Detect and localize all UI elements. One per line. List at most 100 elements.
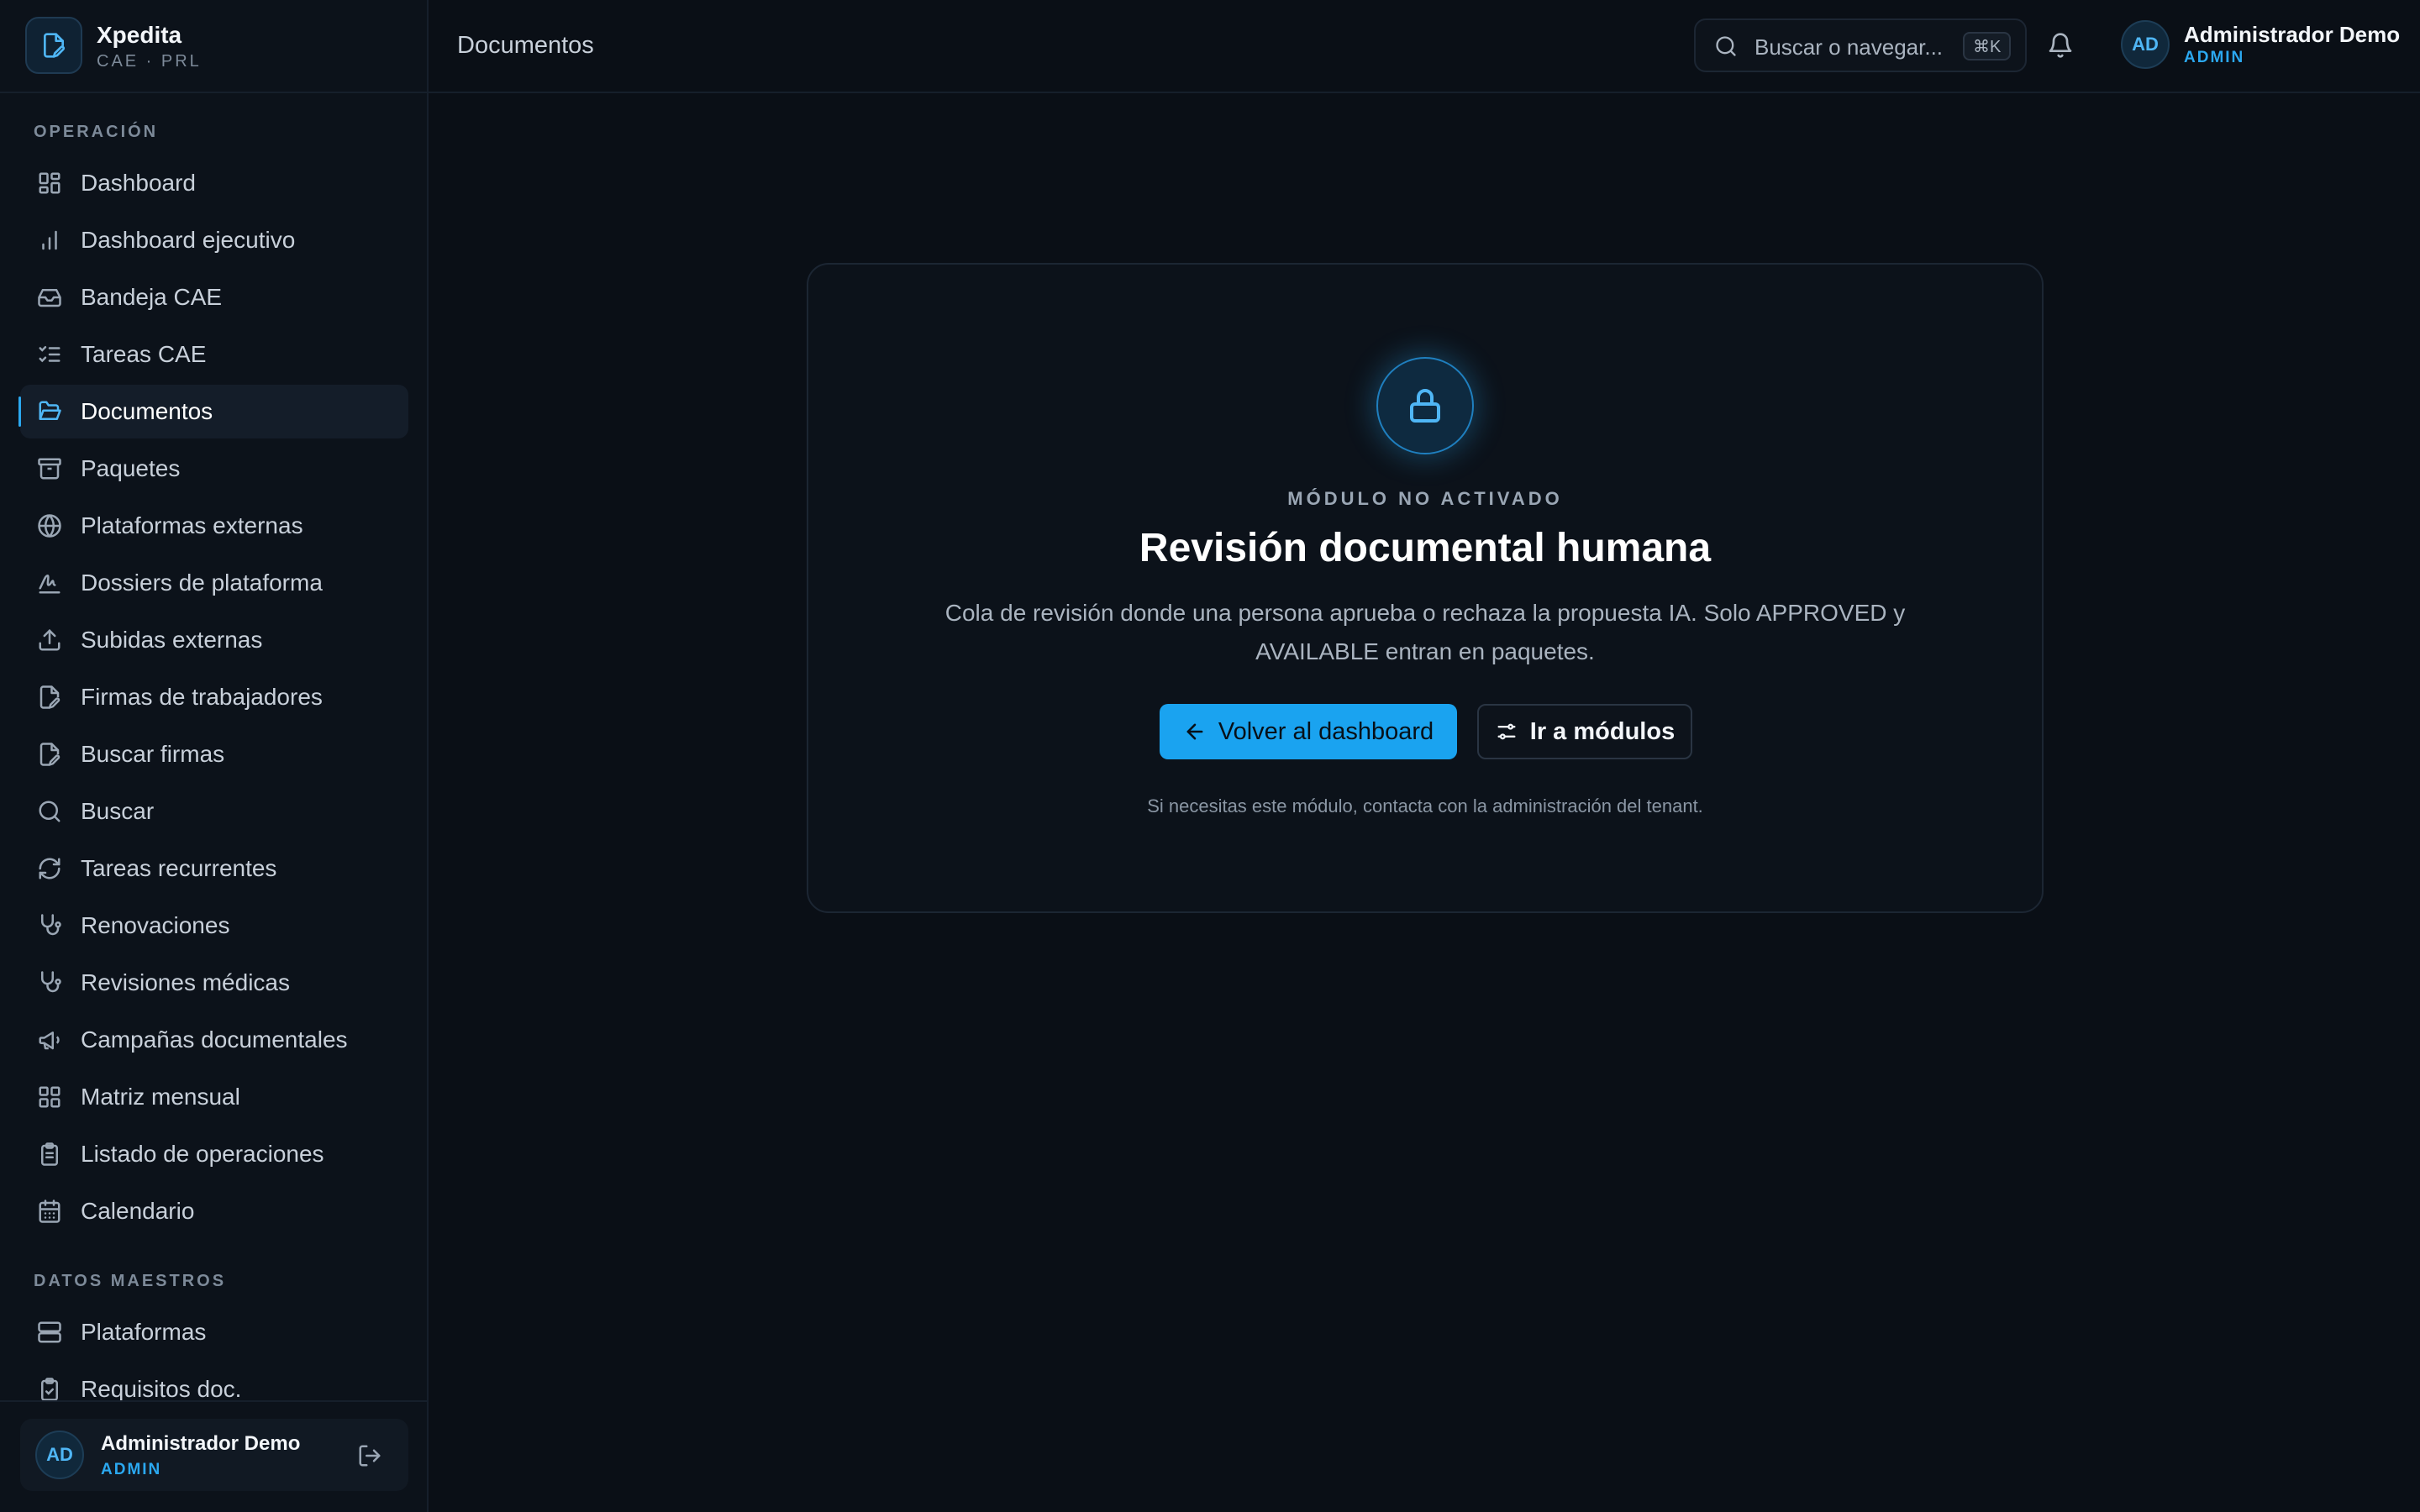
avatar: AD bbox=[35, 1431, 84, 1479]
sidebar-item-campanas-documentales[interactable]: Campañas documentales bbox=[20, 1013, 408, 1067]
search-placeholder: Buscar o navegar... bbox=[1754, 34, 1944, 60]
sidebar-item-label: Tareas recurrentes bbox=[81, 855, 277, 881]
bell-icon[interactable] bbox=[2047, 32, 2074, 59]
sidebar-item-requisitos-doc[interactable]: Requisitos doc. bbox=[20, 1362, 408, 1400]
sidebar-nav[interactable]: OPERACIÓN Dashboard Dashboard ejecutivo … bbox=[0, 94, 427, 1400]
brand-subtitle: CAE · PRL bbox=[97, 52, 202, 71]
sidebar-item-label: Tareas CAE bbox=[81, 341, 207, 367]
brand-name: Xpedita bbox=[97, 22, 182, 48]
top-bar: Documentos Buscar o navegar... ⌘K AD Adm… bbox=[429, 0, 2420, 93]
sidebar-item-label: Dossiers de plataforma bbox=[81, 570, 323, 596]
file-pen-logo-icon bbox=[25, 17, 82, 74]
sidebar-item-label: Buscar firmas bbox=[81, 741, 225, 767]
module-locked-card: MÓDULO NO ACTIVADO Revisión documental h… bbox=[807, 263, 2044, 913]
refresh-icon bbox=[39, 858, 60, 879]
sidebar-item-dossiers-de-plataforma[interactable]: Dossiers de plataforma bbox=[20, 556, 408, 610]
sidebar-item-calendario[interactable]: Calendario bbox=[20, 1184, 408, 1238]
sidebar-item-tareas-recurrentes[interactable]: Tareas recurrentes bbox=[20, 842, 408, 895]
sidebar-item-matriz-mensual[interactable]: Matriz mensual bbox=[20, 1070, 408, 1124]
sidebar-item-dashboard[interactable]: Dashboard bbox=[20, 156, 408, 210]
card-help-note: Si necesitas este módulo, contacta con l… bbox=[1147, 795, 1703, 816]
sidebar-item-label: Dashboard ejecutivo bbox=[81, 227, 296, 253]
lock-icon bbox=[1410, 389, 1440, 423]
grid-icon bbox=[39, 1086, 60, 1108]
sidebar: Xpedita CAE · PRL OPERACIÓN Dashboard Da… bbox=[0, 0, 429, 1512]
sidebar-item-documentos[interactable]: Documentos bbox=[18, 385, 408, 438]
header-user-name[interactable]: Administrador Demo bbox=[2184, 22, 2400, 48]
sidebar-item-firmas-de-trabajadores[interactable]: Firmas de trabajadores bbox=[20, 670, 408, 724]
keyboard-shortcut-badge: ⌘K bbox=[1963, 32, 2012, 60]
header-avatar[interactable]: AD bbox=[2121, 20, 2170, 69]
sidebar-item-label: Campañas documentales bbox=[81, 1026, 348, 1053]
sidebar-item-label: Buscar bbox=[81, 798, 155, 824]
go-to-modules-label: Ir a módulos bbox=[1529, 717, 1676, 745]
sidebar-item-label: Firmas de trabajadores bbox=[81, 684, 323, 710]
section-title-operacion: OPERACIÓN bbox=[34, 123, 159, 141]
sidebar-item-label: Listado de operaciones bbox=[81, 1141, 324, 1167]
sidebar-item-dashboard-ejecutivo[interactable]: Dashboard ejecutivo bbox=[20, 213, 408, 267]
user-role: ADMIN bbox=[101, 1461, 162, 1478]
list-checks-icon bbox=[39, 346, 60, 363]
sidebar-item-plataformas-externas[interactable]: Plataformas externas bbox=[20, 499, 408, 553]
search-input[interactable]: Buscar o navegar... ⌘K bbox=[1694, 18, 2027, 72]
module-status-label: MÓDULO NO ACTIVADO bbox=[1287, 488, 1563, 509]
stethoscope-icon bbox=[41, 971, 61, 993]
sidebar-item-label: Requisitos doc. bbox=[81, 1376, 242, 1400]
back-to-dashboard-button[interactable]: Volver al dashboard bbox=[1160, 704, 1457, 759]
sidebar-item-label: Plataformas externas bbox=[81, 512, 303, 538]
logout-button[interactable] bbox=[353, 1439, 387, 1473]
server-icon bbox=[38, 1321, 61, 1343]
page-title: Documentos bbox=[457, 32, 594, 59]
upload-icon bbox=[39, 628, 60, 651]
sidebar-item-label: Bandeja CAE bbox=[81, 284, 223, 310]
sidebar-item-plataformas[interactable]: Plataformas bbox=[20, 1305, 408, 1359]
sliders-icon bbox=[1497, 723, 1516, 740]
dashboard-icon bbox=[39, 172, 60, 194]
sidebar-item-label: Calendario bbox=[81, 1198, 195, 1224]
calendar-icon bbox=[39, 1200, 60, 1223]
folder-open-icon bbox=[39, 401, 61, 420]
brand[interactable]: Xpedita CAE · PRL bbox=[0, 0, 427, 93]
inbox-icon bbox=[38, 289, 61, 307]
header-user-role: ADMIN bbox=[2184, 49, 2245, 66]
user-card[interactable]: AD Administrador Demo ADMIN bbox=[20, 1419, 408, 1491]
sidebar-item-buscar-firmas[interactable]: Buscar firmas bbox=[20, 727, 408, 781]
sidebar-item-paquetes[interactable]: Paquetes bbox=[20, 442, 408, 496]
sidebar-item-label: Subidas externas bbox=[81, 627, 263, 653]
sidebar-item-label: Dashboard bbox=[81, 170, 196, 196]
sidebar-item-label: Matriz mensual bbox=[81, 1084, 240, 1110]
back-to-dashboard-label: Volver al dashboard bbox=[1218, 717, 1434, 745]
sidebar-item-label: Documentos bbox=[81, 398, 213, 424]
sidebar-item-label: Renovaciones bbox=[81, 912, 230, 938]
sidebar-item-listado-de-operaciones[interactable]: Listado de operaciones bbox=[20, 1127, 408, 1181]
card-title: Revisión documental humana bbox=[1139, 526, 1712, 570]
user-name: Administrador Demo bbox=[101, 1432, 301, 1455]
signature-icon bbox=[39, 574, 60, 594]
stethoscope-icon bbox=[41, 914, 61, 936]
file-search-icon bbox=[39, 743, 60, 766]
search-icon bbox=[1716, 36, 1736, 56]
sidebar-item-renovaciones[interactable]: Renovaciones bbox=[20, 899, 408, 953]
megaphone-icon bbox=[39, 1032, 60, 1050]
card-description: Cola de revisión donde una persona aprue… bbox=[944, 600, 1906, 664]
logout-icon bbox=[359, 1445, 381, 1467]
sidebar-item-label: Plataformas bbox=[81, 1319, 207, 1345]
sidebar-item-label: Paquetes bbox=[81, 455, 181, 481]
sidebar-item-subidas-externas[interactable]: Subidas externas bbox=[20, 613, 408, 667]
go-to-modules-button[interactable]: Ir a módulos bbox=[1477, 704, 1692, 759]
sidebar-item-revisiones-medicas[interactable]: Revisiones médicas bbox=[20, 956, 408, 1010]
section-title-datos-maestros: DATOS MAESTROS bbox=[34, 1272, 227, 1290]
sidebar-item-label: Revisiones médicas bbox=[81, 969, 290, 995]
search-icon bbox=[39, 801, 60, 822]
bar-chart-icon bbox=[42, 230, 57, 250]
sidebar-user-footer: AD Administrador Demo ADMIN bbox=[0, 1400, 427, 1512]
clipboard-list-icon bbox=[41, 1142, 58, 1166]
clipboard-check-icon bbox=[41, 1378, 58, 1400]
archive-icon bbox=[38, 458, 61, 480]
arrow-left-icon bbox=[1186, 723, 1203, 740]
sidebar-item-buscar[interactable]: Buscar bbox=[20, 785, 408, 838]
lock-badge bbox=[1376, 357, 1474, 454]
sidebar-item-bandeja-cae[interactable]: Bandeja CAE bbox=[20, 270, 408, 324]
sidebar-item-tareas-cae[interactable]: Tareas CAE bbox=[20, 328, 408, 381]
file-pen-icon bbox=[39, 685, 60, 709]
